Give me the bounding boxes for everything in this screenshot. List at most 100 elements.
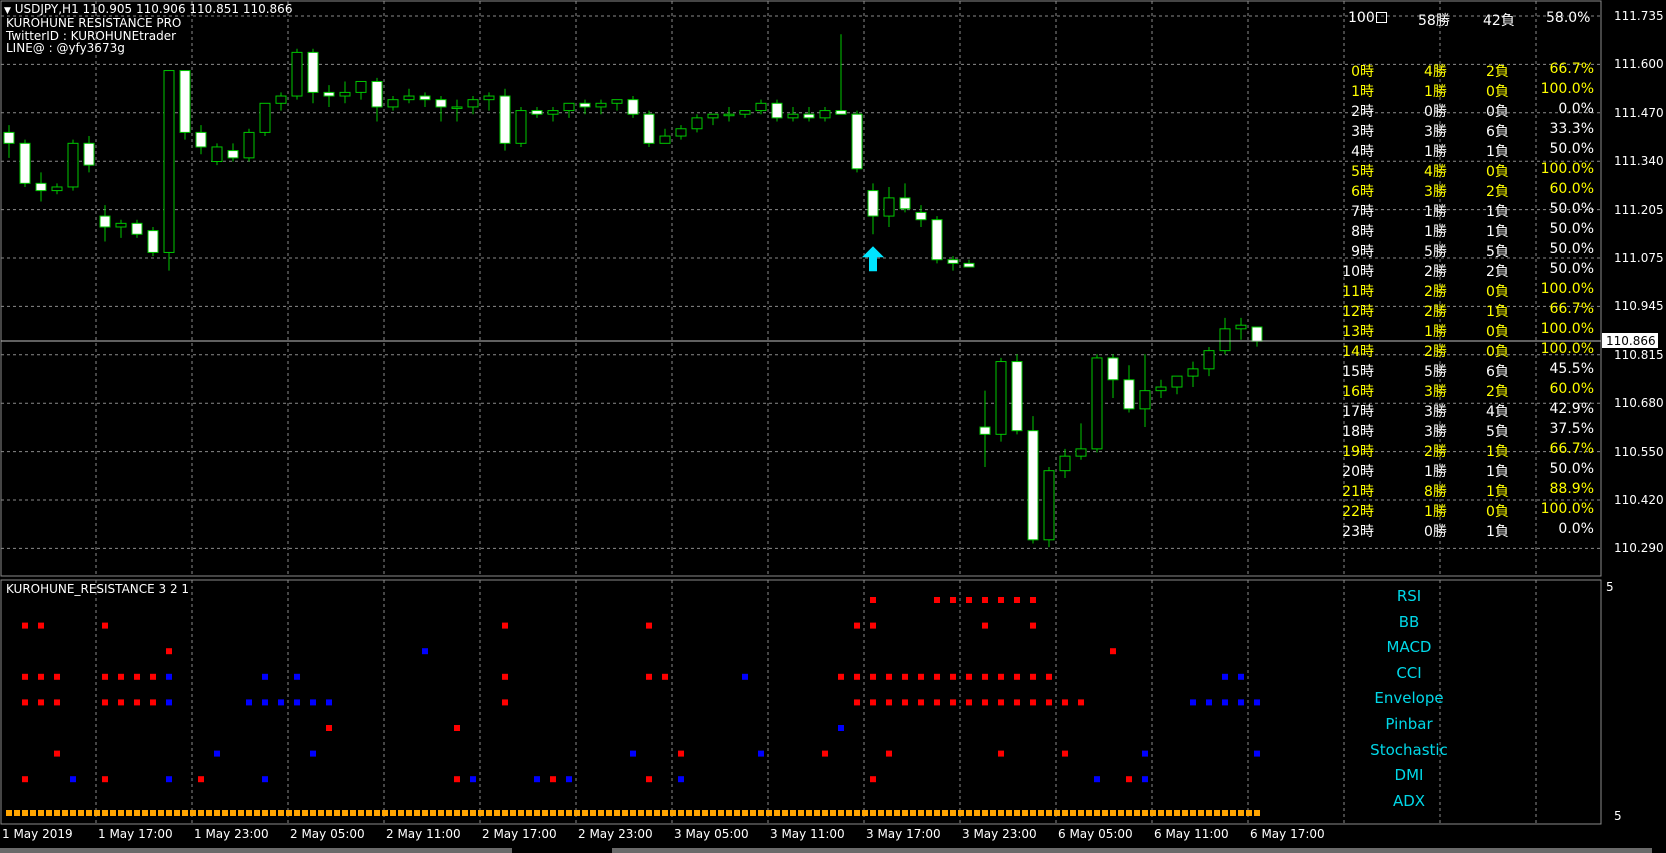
adx-dot xyxy=(918,810,924,816)
adx-dot xyxy=(726,810,732,816)
time-label: 2 May 05:00 xyxy=(290,827,365,841)
stats-losses: 2負 xyxy=(1486,384,1509,400)
signal-dot xyxy=(758,750,764,757)
adx-dot xyxy=(686,810,692,816)
stats-hour: 12時 xyxy=(1342,304,1374,320)
signal-dot xyxy=(454,725,460,731)
stats-row: 15時 5勝 6負 45.5% xyxy=(0,361,1600,380)
stats-rate: 100.0% xyxy=(1540,81,1594,97)
stats-rate: 37.5% xyxy=(1549,421,1594,437)
adx-dot xyxy=(598,810,604,816)
adx-dot xyxy=(678,810,684,816)
adx-dot xyxy=(374,810,380,816)
adx-dot xyxy=(102,810,108,816)
price-label: 110.680 xyxy=(1614,396,1664,411)
stats-wins: 1勝 xyxy=(1424,84,1447,100)
stats-losses: 6負 xyxy=(1486,364,1509,380)
adx-dot xyxy=(582,810,588,816)
signal-dot xyxy=(998,673,1004,680)
adx-dot xyxy=(310,810,316,816)
adx-dot xyxy=(1142,810,1148,816)
signal-dot xyxy=(214,750,220,757)
adx-dot xyxy=(238,810,244,816)
adx-dot xyxy=(750,810,756,816)
adx-dot xyxy=(814,810,820,816)
time-label: 1 May 23:00 xyxy=(194,827,269,841)
stats-total-count: 100 xyxy=(1348,10,1375,26)
time-label: 6 May 11:00 xyxy=(1154,827,1229,841)
signal-dot xyxy=(966,673,972,680)
adx-dot xyxy=(326,810,332,816)
adx-dot xyxy=(350,810,356,816)
adx-dot xyxy=(6,810,12,816)
adx-dot xyxy=(998,810,1004,816)
adx-dot xyxy=(894,810,900,816)
adx-dot xyxy=(1246,810,1252,816)
stats-losses: 1負 xyxy=(1486,304,1509,320)
stats-rate: 45.5% xyxy=(1549,361,1594,377)
adx-dot xyxy=(534,810,540,816)
signal-dot xyxy=(1110,648,1116,655)
stats-rate: 0.0% xyxy=(1558,521,1594,537)
stats-total-wins: 58勝 xyxy=(1418,13,1450,29)
adx-dot xyxy=(526,810,532,816)
stats-rate: 66.7% xyxy=(1549,441,1594,457)
signal-dot xyxy=(646,673,652,680)
adx-dot xyxy=(982,810,988,816)
time-label: 2 May 17:00 xyxy=(482,827,557,841)
indicator-label: MACD xyxy=(1386,638,1432,657)
adx-dot xyxy=(1174,810,1180,816)
signal-dot xyxy=(134,699,140,706)
signal-dot xyxy=(742,673,748,680)
signal-dot xyxy=(294,699,300,706)
stats-total-rate: 58.0% xyxy=(1546,10,1591,26)
price-label: 111.600 xyxy=(1614,57,1664,72)
adx-dot xyxy=(1038,810,1044,816)
time-label: 3 May 17:00 xyxy=(866,827,941,841)
stats-row: 17時 3勝 4負 42.9% xyxy=(0,401,1600,420)
adx-dot xyxy=(406,810,412,816)
signal-dot xyxy=(134,673,140,680)
stats-row: 13時 1勝 0負 100.0% xyxy=(0,321,1600,340)
adx-dot xyxy=(398,810,404,816)
adx-dot xyxy=(478,810,484,816)
stats-row: 11時 2勝 0負 100.0% xyxy=(0,281,1600,300)
signal-dot xyxy=(198,776,204,783)
signal-dot xyxy=(822,750,828,757)
adx-dot xyxy=(886,810,892,816)
adx-dot xyxy=(822,810,828,816)
scrollbar-track[interactable] xyxy=(612,848,1652,853)
stats-hour: 3時 xyxy=(1351,124,1374,140)
stats-row: 7時 1勝 1負 50.0% xyxy=(0,201,1600,220)
adx-dot xyxy=(14,810,20,816)
signal-dot xyxy=(150,699,156,706)
signal-dot xyxy=(1094,776,1100,783)
adx-dot xyxy=(382,810,388,816)
signal-dot xyxy=(886,699,892,706)
adx-dot xyxy=(766,810,772,816)
stats-rate: 50.0% xyxy=(1549,201,1594,217)
signal-dot xyxy=(950,699,956,706)
signal-dot xyxy=(886,673,892,680)
adx-dot xyxy=(710,810,716,816)
signal-dot xyxy=(662,673,668,680)
signal-dot xyxy=(646,776,652,783)
adx-dot xyxy=(558,810,564,816)
price-label: 111.340 xyxy=(1614,154,1664,169)
stats-wins: 0勝 xyxy=(1424,524,1447,540)
stats-wins: 1勝 xyxy=(1424,224,1447,240)
signal-dot xyxy=(1126,776,1132,783)
signal-dot xyxy=(326,725,332,731)
adx-dot xyxy=(414,810,420,816)
adx-dot xyxy=(262,810,268,816)
signal-dot xyxy=(310,699,316,706)
signal-dot xyxy=(310,750,316,757)
stats-rate: 50.0% xyxy=(1549,221,1594,237)
indicator-label: ADX xyxy=(1392,791,1426,810)
stats-losses: 5負 xyxy=(1486,244,1509,260)
signal-dot xyxy=(294,673,300,680)
signal-dot xyxy=(166,648,172,655)
adx-dot xyxy=(54,810,60,816)
scrollbar-thumb[interactable] xyxy=(0,848,512,853)
stats-hour: 15時 xyxy=(1342,364,1374,380)
